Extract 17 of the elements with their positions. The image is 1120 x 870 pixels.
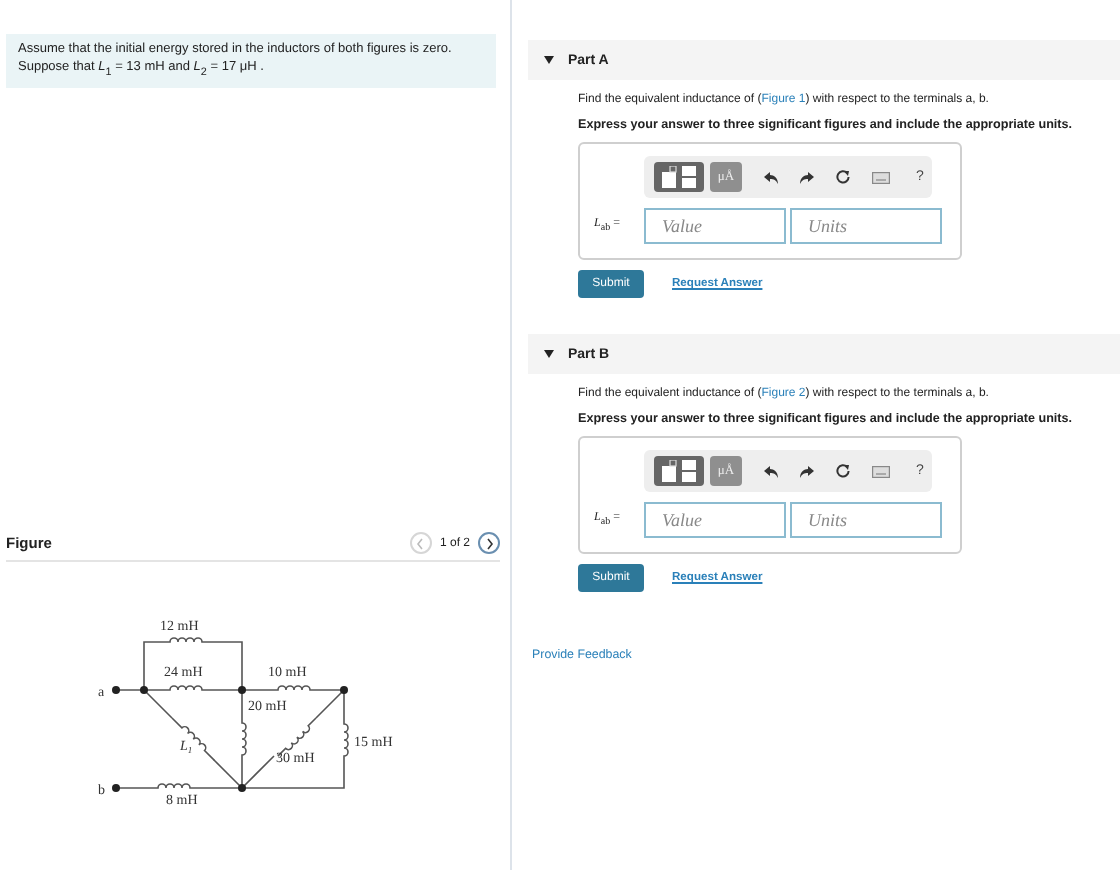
redo-icon[interactable] [800, 465, 814, 477]
reset-icon[interactable] [836, 464, 850, 478]
chevron-right-icon [485, 537, 493, 550]
units-field[interactable]: Units [790, 502, 942, 538]
templates-button[interactable] [654, 456, 704, 486]
chevron-left-icon [416, 537, 425, 550]
units-field[interactable]: Units [790, 208, 942, 244]
keyboard-icon[interactable] [872, 171, 890, 183]
undo-icon[interactable] [764, 171, 778, 183]
value-field[interactable]: Value [644, 502, 786, 538]
templates-button[interactable] [654, 162, 704, 192]
value-field[interactable]: Value [644, 208, 786, 244]
reset-icon[interactable] [836, 170, 850, 184]
undo-icon[interactable] [764, 465, 778, 477]
keyboard-icon[interactable] [872, 465, 890, 477]
next-button[interactable] [478, 532, 500, 555]
redo-icon[interactable] [800, 171, 814, 183]
